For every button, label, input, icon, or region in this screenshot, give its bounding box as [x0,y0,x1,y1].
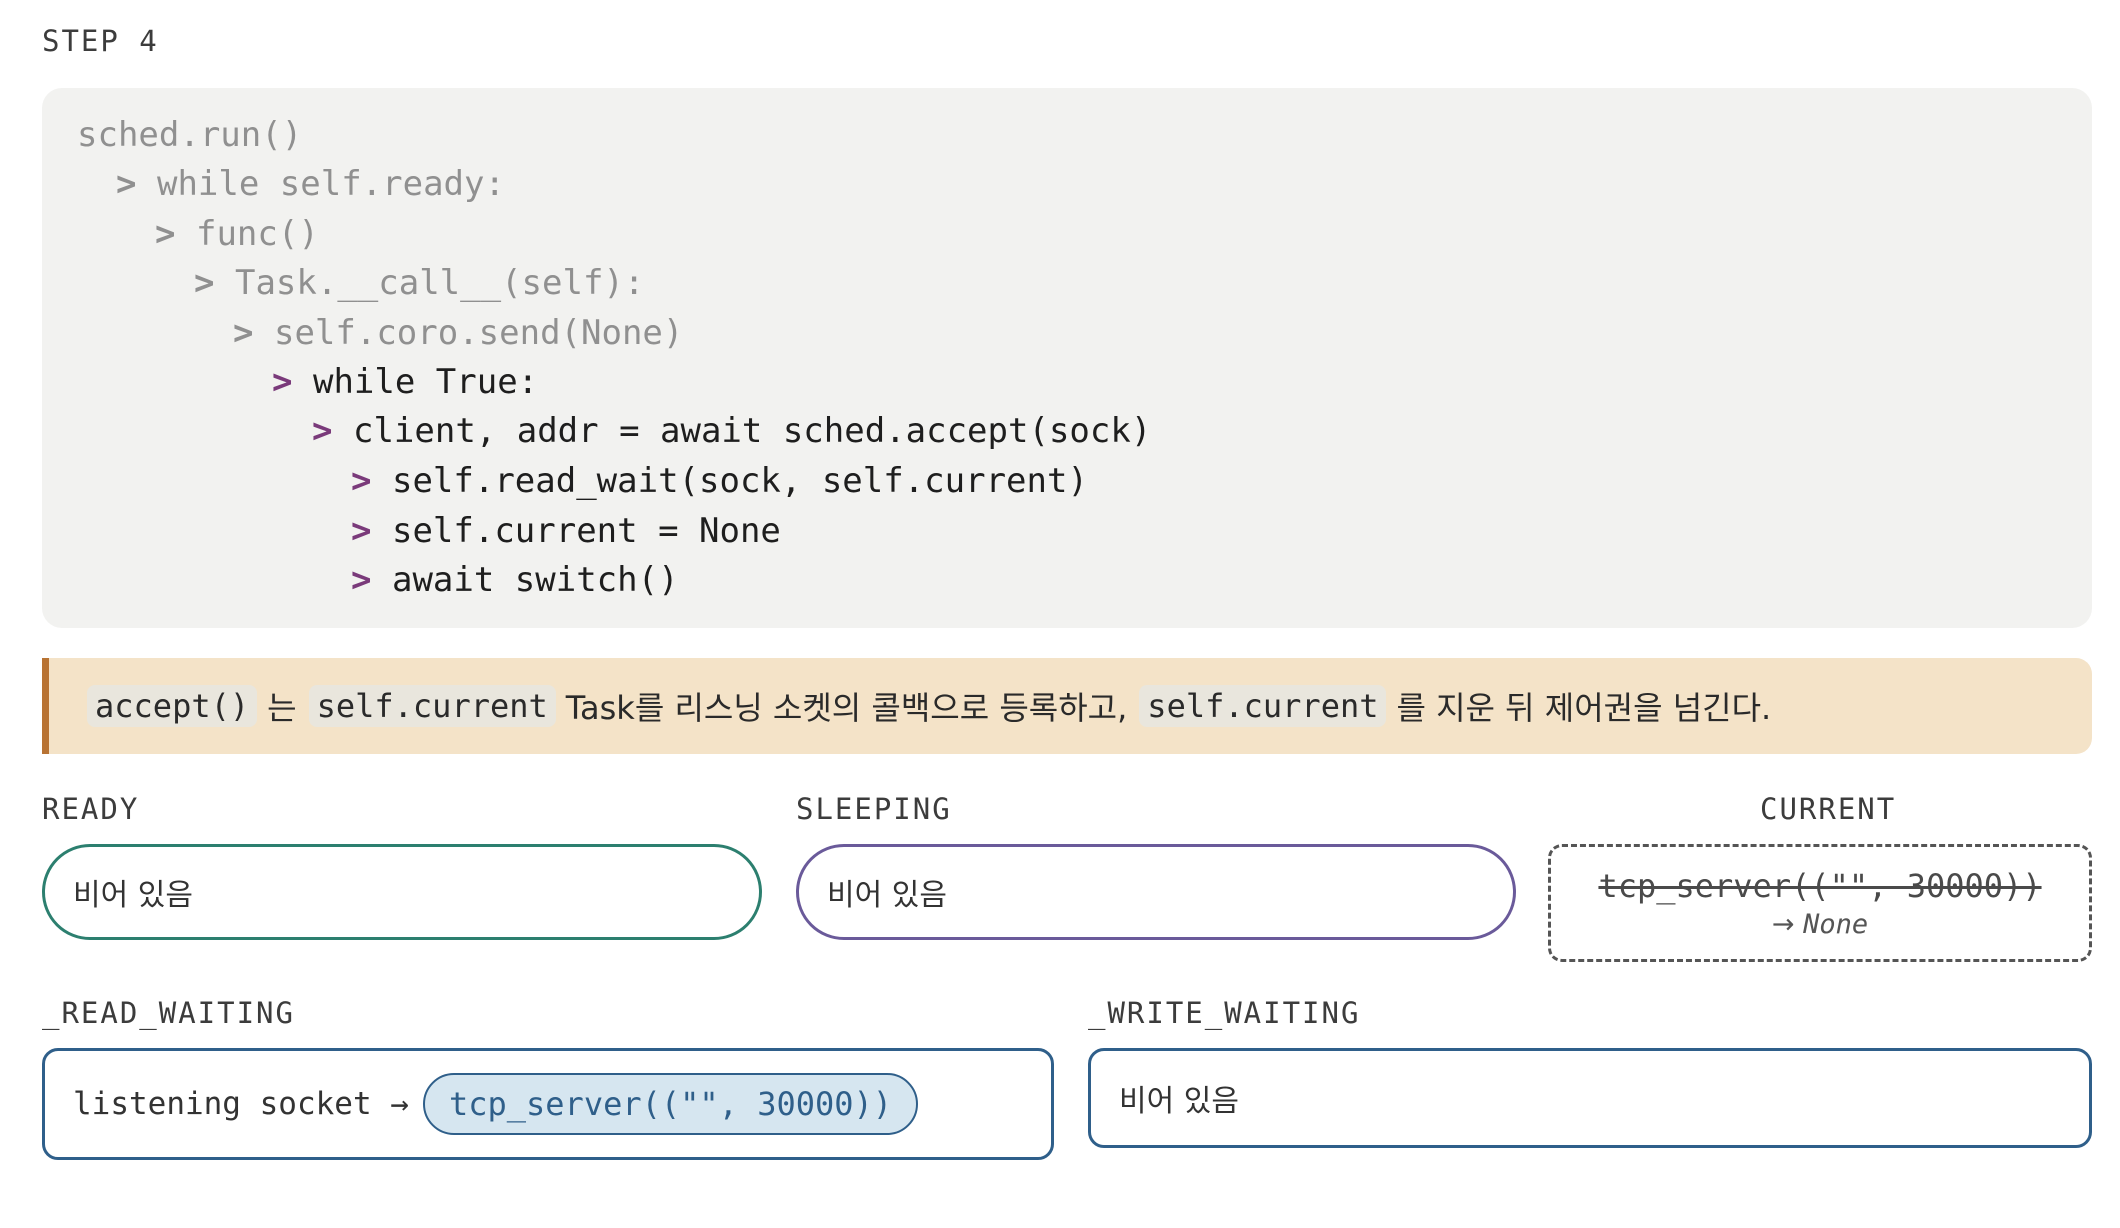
code-chip: accept() [87,685,258,727]
read-waiting-label: _READ_WAITING [42,996,295,1030]
arrow-icon: > [351,560,372,600]
code-line: > Task.__call__(self): [194,258,644,308]
current-old-value: tcp_server(("", 30000)) [1598,866,2042,905]
current-none-text: None [1803,908,1869,940]
arrow-icon: > [116,164,137,204]
ready-label: READY [42,792,140,826]
arrow-icon: > [351,461,372,501]
code-text: Task.__call__(self): [234,263,645,303]
code-line: > while self.ready: [116,159,505,209]
read-waiting-box: listening socket → tcp_server(("", 30000… [42,1048,1054,1160]
arrow-icon: > [155,214,176,254]
code-line: > while True: [272,357,538,407]
arrow-right-icon: → [1771,908,1795,940]
explanation-note: accept() 는 self.current Task를 리스닝 소켓의 콜백… [42,658,2092,754]
write-waiting-value: 비어 있음 [1119,1084,1239,1119]
code-block: sched.run() > while self.ready: > func()… [42,88,2092,628]
ready-queue: 비어 있음 [42,844,762,940]
code-text: await switch() [391,560,679,600]
note-text: 를 지운 뒤 제어권을 넘긴다. [1396,689,1772,727]
current-task-box: tcp_server(("", 30000)) → None [1548,844,2092,962]
code-text: self.current = None [391,511,781,551]
code-line: > await switch() [351,555,679,605]
code-text: self.read_wait(sock, self.current) [391,461,1088,501]
code-line: sched.run() [77,110,302,160]
code-line: > self.current = None [351,506,781,556]
code-line: > func() [155,209,319,259]
code-text: while True: [312,362,539,402]
code-chip: self.current [308,685,556,727]
sleeping-value: 비어 있음 [827,878,947,913]
code-line: > self.coro.send(None) [233,308,683,358]
arrow-icon: > [272,362,293,402]
sleeping-queue: 비어 있음 [796,844,1516,940]
note-text: Task를 리스닝 소켓의 콜백으로 등록하고, [565,689,1128,727]
code-line: > client, addr = await sched.accept(sock… [312,406,1151,456]
arrow-icon: > [194,263,215,303]
current-new-value: → None [1772,909,1868,940]
code-chip: self.current [1139,685,1387,727]
arrow-icon: > [351,511,372,551]
current-label: CURRENT [1760,792,1897,826]
code-line: > self.read_wait(sock, self.current) [351,456,1088,506]
code-text: client, addr = await sched.accept(sock) [352,411,1152,451]
step-label: STEP 4 [42,24,159,58]
note-text: 는 [267,689,297,727]
read-waiting-task-pill: tcp_server(("", 30000)) [422,1073,919,1135]
arrow-icon: > [312,411,333,451]
write-waiting-label: _WRITE_WAITING [1088,996,1361,1030]
read-waiting-key: listening socket → [73,1086,409,1122]
write-waiting-box: 비어 있음 [1088,1048,2092,1148]
code-text: while self.ready: [156,164,505,204]
code-text: func() [195,214,319,254]
arrow-icon: > [233,313,254,353]
code-text: self.coro.send(None) [273,313,684,353]
ready-value: 비어 있음 [73,878,193,913]
sleeping-label: SLEEPING [796,792,952,826]
code-text: sched.run() [77,115,303,155]
